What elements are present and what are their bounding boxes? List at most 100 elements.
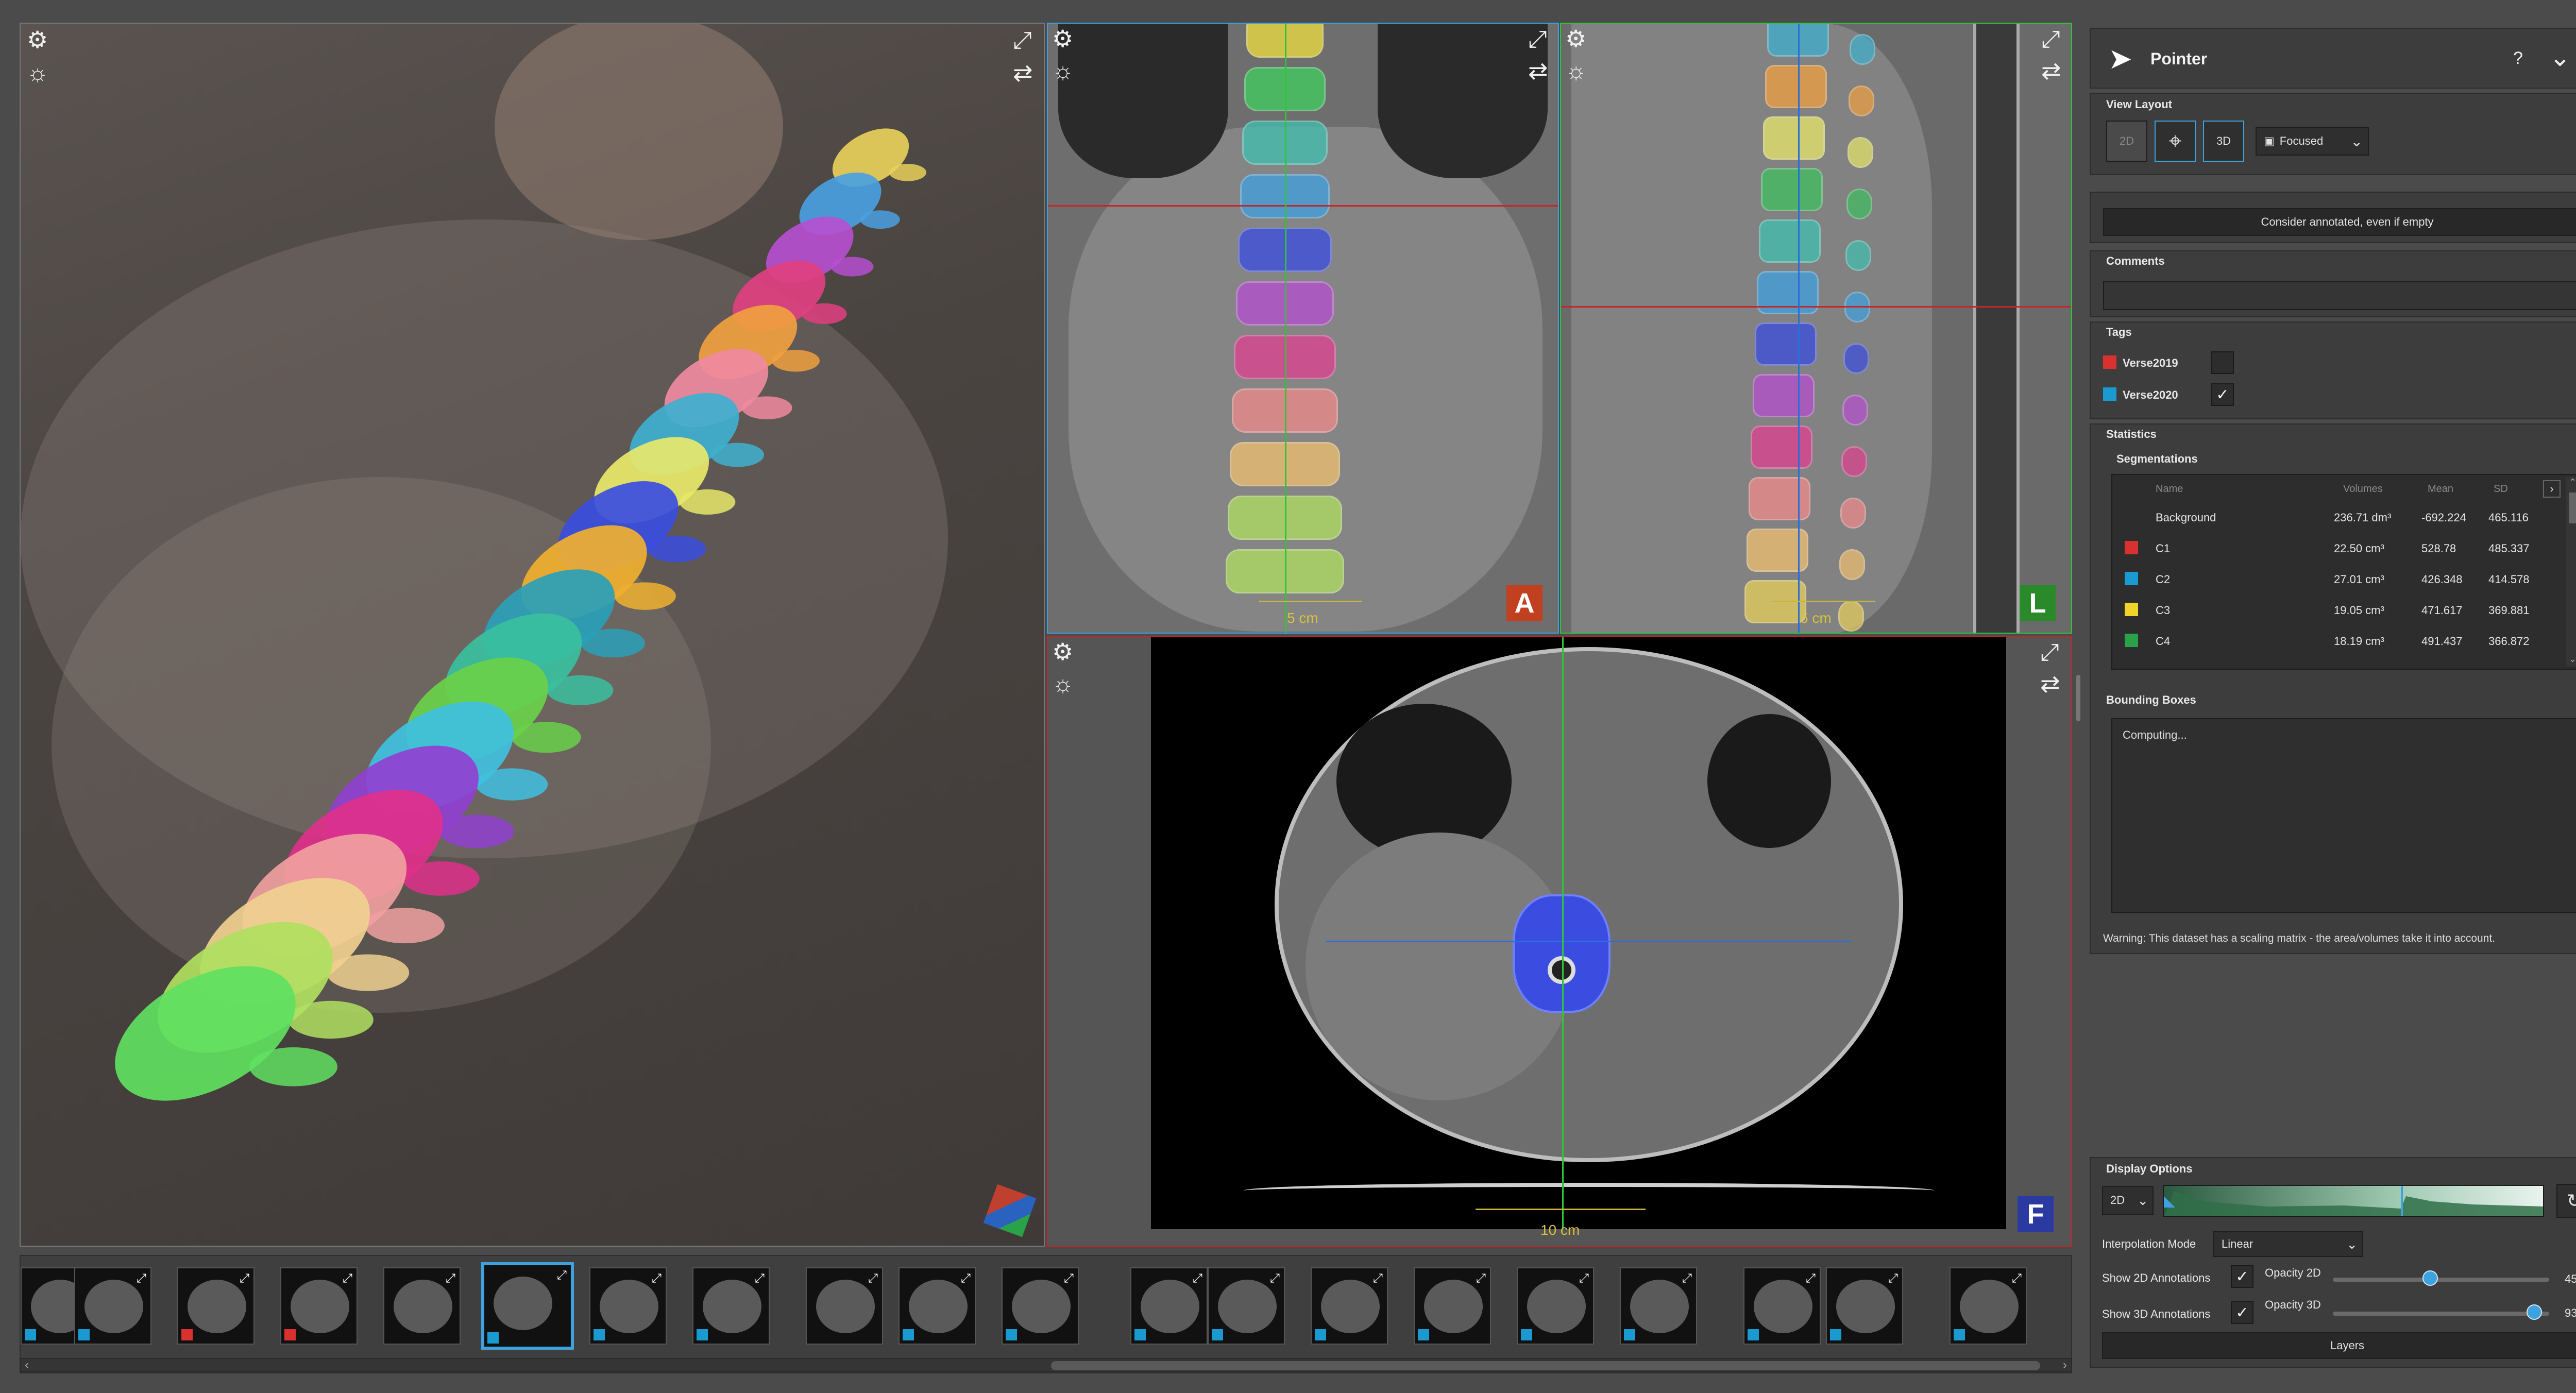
collapse-chevron-icon[interactable]: ⌄ — [2549, 42, 2571, 72]
series-thumbnail[interactable]: ⤢ — [1826, 1267, 1903, 1345]
series-thumbnail[interactable]: ⤢ — [1620, 1267, 1697, 1345]
crosshair-vertical — [1798, 24, 1800, 633]
sagittal-vertebra — [1751, 426, 1812, 469]
scale-bar — [1259, 601, 1362, 610]
settings-gear-icon[interactable]: ⚙ — [1052, 27, 1073, 50]
reset-window-button[interactable]: ↻ — [2556, 1184, 2576, 1218]
vertebra-process-3d — [710, 443, 765, 467]
viewport-coronal[interactable]: 5 cm A ⚙ ☼ ⤢ ⇄ — [1047, 23, 1559, 634]
series-thumbnail[interactable]: ⤢ — [1743, 1267, 1821, 1345]
subsection-title: Bounding Boxes — [2106, 693, 2196, 706]
settings-gear-icon[interactable]: ⚙ — [1565, 27, 1586, 50]
series-thumbnail[interactable]: ⤢ — [1414, 1267, 1491, 1345]
thumbnail-scrollbar[interactable]: ‹ › — [20, 1358, 2072, 1372]
thumbnail-annotated-icon: ⤢ — [1063, 1271, 1074, 1285]
sagittal-table — [1973, 24, 2020, 633]
series-thumbnail[interactable]: ⤢ — [280, 1267, 358, 1345]
display-mode-select[interactable]: 2D ⌄ — [2102, 1186, 2154, 1215]
sagittal-vertebra — [1765, 65, 1827, 108]
histogram-window[interactable] — [2163, 1185, 2544, 1217]
scroll-left-arrow-icon[interactable]: ‹ — [25, 1358, 29, 1372]
segmentation-sd: 414.578 — [2488, 573, 2530, 586]
settings-gear-icon[interactable]: ⚙ — [1052, 640, 1073, 664]
segmentation-volume: 19.05 cm³ — [2334, 604, 2384, 617]
segmentation-row[interactable]: C4 18.19 cm³ 491.437 366.872 — [2112, 625, 2535, 656]
scrollbar-thumb[interactable] — [2569, 492, 2576, 523]
series-thumbnail[interactable]: ⤢ — [74, 1267, 151, 1345]
swap-icon[interactable]: ⇄ — [2040, 672, 2060, 695]
viewport-3d[interactable]: ⚙ ☼ ⤢ ⇄ — [20, 23, 1045, 1247]
series-thumbnail[interactable]: ⤢ — [589, 1267, 667, 1345]
segmentation-row[interactable]: C2 27.01 cm³ 426.348 414.578 — [2112, 564, 2535, 594]
interpolation-select[interactable]: Linear ⌄ — [2213, 1231, 2363, 1257]
series-thumbnail[interactable]: ⤢ — [1130, 1267, 1208, 1345]
maximize-icon[interactable]: ⤢ — [2040, 640, 2059, 664]
expand-columns-icon[interactable]: › — [2543, 480, 2561, 498]
brightness-icon[interactable]: ☼ — [1052, 59, 1074, 82]
maximize-icon[interactable]: ⤢ — [1528, 27, 1547, 50]
tool-header: ➤ Pointer ? ⌄ — [2090, 28, 2576, 89]
brightness-icon[interactable]: ☼ — [1565, 59, 1587, 82]
layers-button[interactable]: Layers — [2102, 1332, 2576, 1359]
panel-splitter[interactable] — [2076, 675, 2080, 721]
series-thumbnail[interactable]: ⤢ — [1208, 1267, 1285, 1345]
series-thumbnail[interactable]: ⤢ — [383, 1267, 461, 1345]
series-thumbnail[interactable]: ⤢ — [177, 1267, 255, 1345]
show-3d-checkbox[interactable]: ✓ — [2231, 1301, 2253, 1324]
table-scrollbar[interactable]: ⌃ ⌄ — [2566, 477, 2576, 667]
col-volumes: Volumes — [2343, 483, 2383, 495]
series-thumbnail[interactable]: ⤢ — [806, 1267, 883, 1345]
consider-annotated-button[interactable]: Consider annotated, even if empty — [2103, 208, 2576, 236]
viewport-axial[interactable]: 10 cm F ⚙ ☼ ⤢ ⇄ — [1047, 636, 2072, 1247]
segmentation-table[interactable]: Name Volumes Mean SD › ⌃ ⌄ Background 236… — [2111, 474, 2576, 670]
window-min-handle[interactable] — [2164, 1196, 2175, 1208]
swap-icon[interactable]: ⇄ — [1013, 61, 1033, 84]
vertebra-process-3d — [512, 722, 581, 753]
layout-crosshair-button[interactable]: ⌖ — [2155, 121, 2196, 162]
series-thumbnail[interactable]: ⤢ — [1950, 1267, 2027, 1345]
layout-mode-select[interactable]: ▣ Focused ⌄ — [2256, 127, 2369, 156]
maximize-icon[interactable]: ⤢ — [1013, 28, 1032, 52]
swap-icon[interactable]: ⇄ — [2041, 59, 2061, 82]
thumbnail-slice — [188, 1280, 246, 1333]
segmentation-row[interactable]: C3 19.05 cm³ 471.617 369.881 — [2112, 594, 2535, 625]
opacity-3d-knob[interactable] — [2526, 1304, 2542, 1320]
display-mode-value: 2D — [2110, 1194, 2125, 1207]
window-max-handle[interactable] — [2401, 1186, 2403, 1216]
series-thumbnail[interactable]: ⤢ — [1311, 1267, 1388, 1345]
layout-2d-button[interactable]: 2D — [2106, 121, 2147, 162]
segmentation-name: C3 — [2156, 604, 2171, 617]
swap-icon[interactable]: ⇄ — [1528, 59, 1548, 82]
maximize-icon[interactable]: ⤢ — [2041, 27, 2060, 50]
series-thumbnail[interactable]: ⤢ — [1517, 1267, 1594, 1345]
tag-checkbox[interactable] — [2211, 351, 2234, 374]
thumbnail-tag — [1830, 1329, 1841, 1340]
opacity-3d-slider[interactable] — [2333, 1312, 2549, 1316]
viewport-sagittal[interactable]: 5 cm L ⚙ ☼ ⤢ ⇄ — [1560, 23, 2072, 634]
series-thumbnail[interactable]: ⤢ — [1002, 1267, 1079, 1345]
brightness-icon[interactable]: ☼ — [27, 61, 48, 84]
interpolation-label: Interpolation Mode — [2102, 1237, 2196, 1250]
tag-checkbox[interactable]: ✓ — [2211, 383, 2234, 406]
bounding-boxes-status: Computing... — [2123, 728, 2187, 741]
layout-3d-button[interactable]: 3D — [2203, 121, 2244, 162]
comments-input[interactable] — [2103, 281, 2576, 310]
segmentation-row[interactable]: C1 22.50 cm³ 528.78 485.337 — [2112, 533, 2535, 564]
vertebra-process-3d — [547, 675, 614, 705]
settings-gear-icon[interactable]: ⚙ — [27, 28, 48, 52]
series-thumbnail[interactable]: ⤢ — [899, 1267, 976, 1345]
help-icon[interactable]: ? — [2513, 48, 2523, 69]
show-2d-checkbox[interactable]: ✓ — [2231, 1265, 2253, 1288]
scrollbar-thumb[interactable] — [1051, 1361, 2040, 1370]
scroll-right-arrow-icon[interactable]: › — [2063, 1358, 2067, 1372]
sagittal-vertebra — [1753, 374, 1815, 417]
scroll-down-icon[interactable]: ⌄ — [2569, 654, 2576, 665]
scroll-up-icon[interactable]: ⌃ — [2569, 477, 2576, 488]
segmentation-row[interactable]: Background 236.71 dm³ -692.224 465.116 — [2112, 502, 2535, 533]
series-thumbnail[interactable]: ⤢ — [692, 1267, 770, 1345]
opacity-2d-slider[interactable] — [2333, 1278, 2549, 1282]
brightness-icon[interactable]: ☼ — [1052, 672, 1074, 695]
series-thumbnail[interactable]: ⤢ — [481, 1262, 574, 1350]
thumbnail-annotated-icon: ⤢ — [556, 1268, 567, 1282]
opacity-2d-knob[interactable] — [2422, 1270, 2438, 1286]
